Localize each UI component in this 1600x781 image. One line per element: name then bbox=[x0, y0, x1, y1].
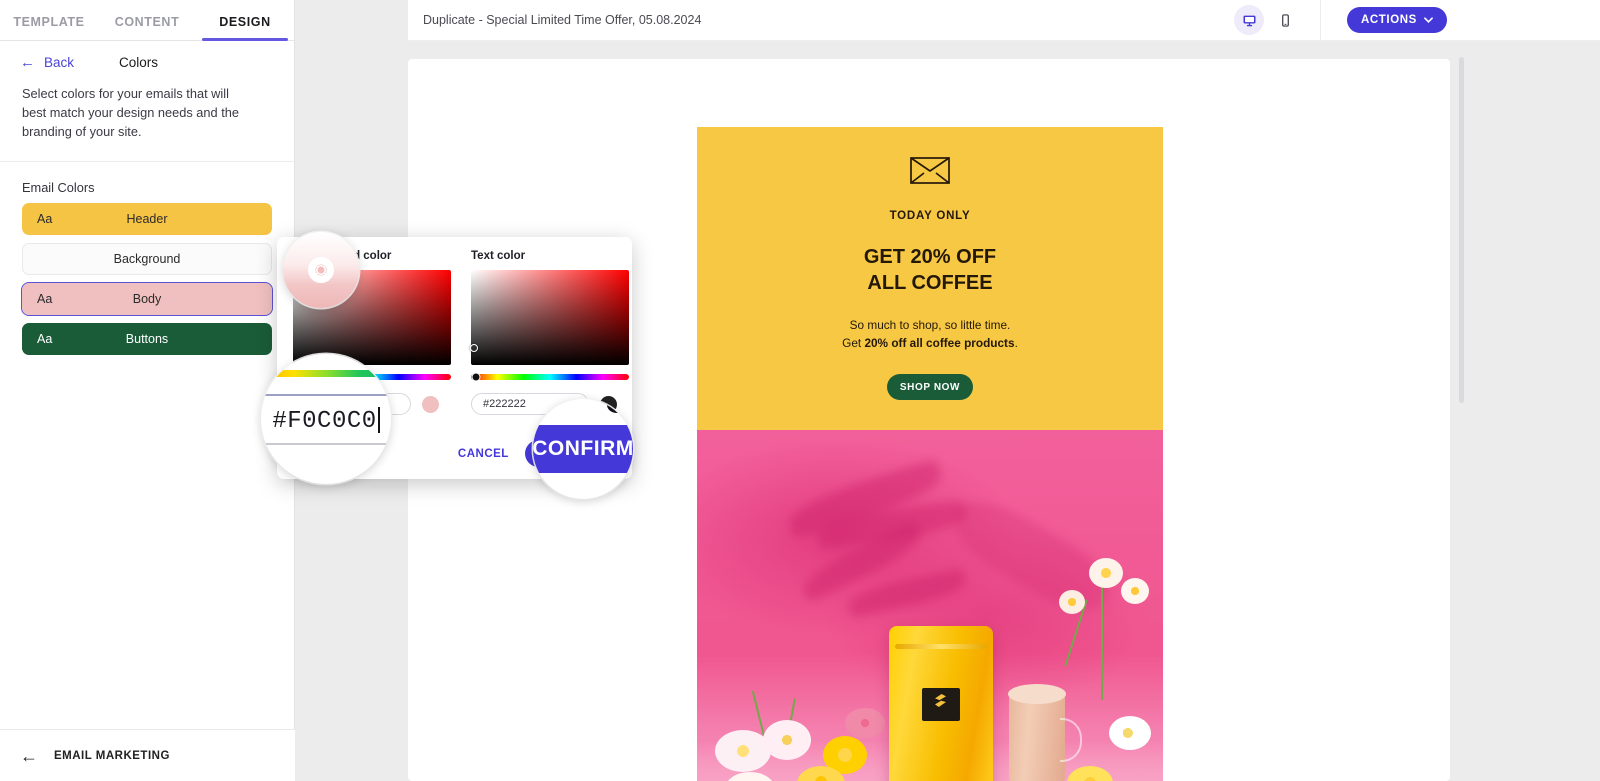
design-sidebar: TEMPLATE CONTENT DESIGN ← Back Colors Se… bbox=[0, 0, 295, 781]
tab-design-label: DESIGN bbox=[219, 15, 271, 29]
background-color-preview-dot bbox=[422, 395, 439, 413]
flower bbox=[1109, 716, 1151, 750]
monitor-icon bbox=[1242, 13, 1257, 28]
text-caret bbox=[377, 407, 380, 433]
phone-icon bbox=[1278, 13, 1293, 28]
desktop-preview-button[interactable] bbox=[1234, 5, 1264, 35]
pouch-label bbox=[922, 688, 960, 721]
back-button[interactable]: ← Back bbox=[20, 55, 74, 70]
magnified-cursor-blob bbox=[607, 399, 629, 413]
toolbar-separator bbox=[1320, 0, 1321, 41]
flower bbox=[1121, 578, 1149, 604]
flower-stem bbox=[1101, 580, 1103, 700]
app-root: TEMPLATE CONTENT DESIGN ← Back Colors Se… bbox=[0, 0, 1600, 781]
tab-design[interactable]: DESIGN bbox=[196, 15, 294, 41]
magnifier-lens-sv-cursor bbox=[283, 232, 359, 308]
toolbar-right: ACTIONS bbox=[1218, 0, 1600, 41]
envelope-icon bbox=[910, 157, 950, 184]
email-headline-line2: ALL COFFEE bbox=[867, 272, 993, 294]
flower bbox=[1089, 558, 1123, 588]
latte-foam bbox=[1008, 684, 1066, 704]
magnifier-lens-confirm-button: L CONFIRM bbox=[533, 399, 633, 499]
text-sv-cursor[interactable] bbox=[470, 343, 479, 352]
email-cta-label: SHOP NOW bbox=[899, 381, 961, 393]
magnified-hex-value-wrap: #F0C0C0 bbox=[272, 407, 380, 435]
latte-cup bbox=[1008, 684, 1082, 781]
text-hue-knob[interactable] bbox=[471, 372, 481, 382]
page-title: Colors bbox=[119, 55, 159, 70]
swatch-buttons[interactable]: Aa Buttons bbox=[22, 323, 272, 355]
tab-content-label: CONTENT bbox=[114, 15, 180, 29]
swatch-buttons-sample: Aa bbox=[37, 332, 53, 346]
magnified-confirm-label: CONFIRM bbox=[533, 437, 633, 460]
swatch-header-label: Header bbox=[126, 212, 168, 226]
text-saturation-value-box[interactable] bbox=[470, 270, 629, 365]
arrow-left-icon: ← bbox=[20, 54, 35, 71]
email-headline: GET 20% OFF ALL COFFEE bbox=[727, 244, 1133, 296]
tab-template-label: TEMPLATE bbox=[13, 15, 85, 29]
email-body: TODAY ONLY GET 20% OFF ALL COFFEE So muc… bbox=[697, 127, 1163, 781]
device-preview-group bbox=[1218, 0, 1300, 41]
swatch-background-label: Background bbox=[113, 252, 181, 266]
swatch-background[interactable]: Background bbox=[22, 243, 272, 275]
flower bbox=[1059, 590, 1085, 614]
email-cta-button[interactable]: SHOP NOW bbox=[887, 374, 973, 400]
document-title: Duplicate - Special Limited Time Offer, … bbox=[423, 13, 702, 27]
canvas-scrollbar[interactable] bbox=[1459, 57, 1464, 403]
color-swatch-list: Aa Header Background Aa Body Aa Buttons bbox=[0, 203, 294, 355]
email-eyebrow: TODAY ONLY bbox=[889, 210, 971, 222]
email-subcopy-suffix: . bbox=[1014, 336, 1018, 350]
magnified-input-top-border bbox=[261, 394, 391, 396]
magnified-sv-cursor-center bbox=[317, 266, 325, 274]
email-colors-label: Email Colors bbox=[22, 180, 95, 195]
flower bbox=[845, 708, 885, 738]
text-hue-slider[interactable] bbox=[471, 372, 629, 382]
tab-template[interactable]: TEMPLATE bbox=[0, 15, 98, 40]
email-marketing-back-bar[interactable]: ← EMAIL MARKETING bbox=[0, 729, 295, 781]
coffee-pouch-product bbox=[889, 626, 993, 781]
email-subcopy-line1: So much to shop, so little time. bbox=[849, 318, 1011, 332]
text-color-column: Text color bbox=[470, 250, 629, 415]
email-subcopy: So much to shop, so little time. Get 20%… bbox=[727, 316, 1133, 352]
cancel-button[interactable]: CANCEL bbox=[458, 448, 509, 460]
actions-button[interactable]: ACTIONS bbox=[1347, 7, 1447, 33]
swatch-body-sample: Aa bbox=[37, 292, 53, 306]
text-color-label: Text color bbox=[471, 250, 526, 262]
chevron-down-icon bbox=[1424, 14, 1433, 26]
tab-content[interactable]: CONTENT bbox=[98, 15, 196, 40]
swatch-header-sample: Aa bbox=[37, 212, 53, 226]
actions-button-label: ACTIONS bbox=[1361, 14, 1417, 26]
panel-description: Select colors for your emails that will … bbox=[22, 86, 239, 139]
magnifier-lens-hex-input: #F0C0C0 bbox=[261, 354, 391, 484]
email-headline-line1: GET 20% OFF bbox=[863, 246, 997, 268]
back-button-label: Back bbox=[44, 55, 75, 70]
flower bbox=[763, 720, 811, 760]
sidebar-tabs: TEMPLATE CONTENT DESIGN bbox=[0, 0, 294, 41]
magnified-hue-stripe bbox=[261, 370, 391, 377]
top-toolbar: Duplicate - Special Limited Time Offer, … bbox=[295, 0, 1600, 41]
swatch-header[interactable]: Aa Header bbox=[22, 203, 272, 235]
panel-header: ← Back Colors bbox=[0, 41, 294, 78]
swatch-buttons-label: Buttons bbox=[125, 332, 169, 346]
email-subcopy-bold: 20% off all coffee products bbox=[864, 336, 1015, 350]
swatch-body-label: Body bbox=[132, 292, 162, 306]
arrow-left-icon: ← bbox=[20, 745, 38, 766]
document-title-bar: Duplicate - Special Limited Time Offer, … bbox=[408, 0, 1218, 41]
email-hero-image bbox=[697, 430, 1163, 781]
mobile-preview-button[interactable] bbox=[1270, 5, 1300, 35]
email-subcopy-line2: Get 20% off all coffee products. bbox=[727, 334, 1133, 352]
swatch-body[interactable]: Aa Body bbox=[21, 282, 273, 316]
email-header-block: TODAY ONLY GET 20% OFF ALL COFFEE So muc… bbox=[697, 127, 1163, 430]
email-marketing-label: EMAIL MARKETING bbox=[54, 749, 170, 762]
email-subcopy-prefix: Get bbox=[842, 336, 865, 350]
magnified-input-bottom-border bbox=[261, 443, 391, 445]
magnified-hex-value: #F0C0C0 bbox=[272, 408, 377, 435]
